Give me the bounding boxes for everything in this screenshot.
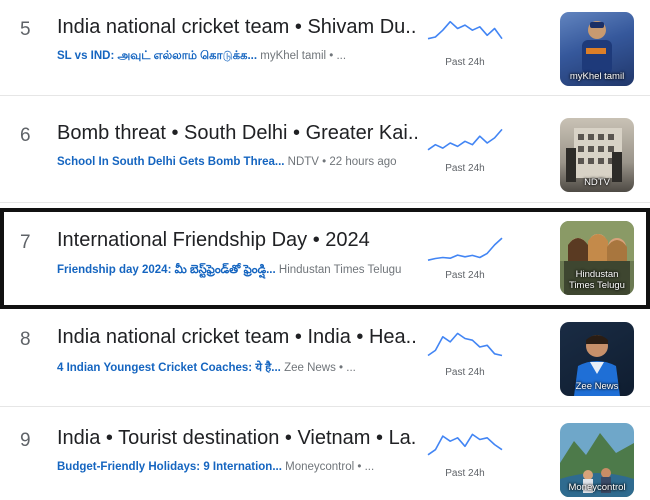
trend-rank: 8 <box>20 329 31 350</box>
news-source: Hindustan Times Telugu <box>278 264 402 276</box>
news-thumbnail[interactable]: myKhel tamil <box>560 12 634 86</box>
trend-title[interactable]: India national cricket team • Shivam Du.… <box>57 16 417 39</box>
thumbnail-caption: Hindustan Times Telugu <box>569 269 625 291</box>
timeframe-label: Past 24h <box>445 57 485 68</box>
trend-rank: 5 <box>20 19 31 40</box>
trend-news: Budget-Friendly Holidays: 9 Internation.… <box>57 461 417 473</box>
timeframe-label: Past 24h <box>445 163 485 174</box>
trend-title[interactable]: International Friendship Day • 2024 <box>57 229 417 252</box>
thumbnail-caption: myKhel tamil <box>569 71 625 82</box>
trending-list: 5 India national cricket team • Shivam D… <box>0 0 650 500</box>
news-article-link[interactable]: Budget-Friendly Holidays: 9 Internation.… <box>57 461 282 473</box>
timeframe-label: Past 24h <box>445 468 485 479</box>
trend-row-5[interactable]: 5 India national cricket team • Shivam D… <box>0 0 650 96</box>
trend-row-8[interactable]: 8 India national cricket team • India • … <box>0 307 650 407</box>
news-thumbnail[interactable]: Zee News <box>560 322 634 396</box>
trend-title[interactable]: Bomb threat • South Delhi • Greater Kai.… <box>57 122 417 145</box>
trend-sparkline <box>427 332 503 357</box>
sparkline-series <box>427 237 503 261</box>
trend-title[interactable]: India national cricket team • India • He… <box>57 326 417 349</box>
news-source: myKhel tamil • ... <box>260 50 347 62</box>
trend-sparkline <box>427 237 503 261</box>
thumbnail-caption: NDTV <box>584 177 610 188</box>
trend-row-9[interactable]: 9 India • Tourist destination • Vietnam … <box>0 408 650 500</box>
news-article-link[interactable]: School In South Delhi Gets Bomb Threa... <box>57 156 284 168</box>
trend-news: Friendship day 2024: మీ బెస్ట్‌ఫ్రెండ్‌త… <box>57 263 417 279</box>
timeframe-label: Past 24h <box>445 270 485 281</box>
trend-sparkline <box>427 20 503 40</box>
trend-title[interactable]: India • Tourist destination • Vietnam • … <box>57 427 417 450</box>
news-source: NDTV • 22 hours ago <box>287 156 397 168</box>
thumbnail-caption: Zee News <box>575 381 619 392</box>
trend-rank: 9 <box>20 430 31 451</box>
trend-sparkline <box>427 128 503 151</box>
news-thumbnail[interactable]: Moneycontrol <box>560 423 634 497</box>
news-article-link[interactable]: SL vs IND: அவுட் எல்லாம் கொடுக்க... <box>57 50 257 62</box>
trend-rank: 6 <box>20 125 31 146</box>
sparkline-series <box>427 433 503 456</box>
news-article-link[interactable]: 4 Indian Youngest Cricket Coaches: ये है… <box>57 362 281 374</box>
trend-news: School In South Delhi Gets Bomb Threa...… <box>57 156 417 168</box>
trend-row-7[interactable]: 7 International Friendship Day • 2024 Fr… <box>0 208 650 309</box>
sparkline-series <box>427 332 503 357</box>
trend-sparkline <box>427 433 503 456</box>
news-thumbnail[interactable]: NDTV <box>560 118 634 192</box>
trend-news: SL vs IND: அவுட் எல்லாம் கொடுக்க... myKh… <box>57 50 417 64</box>
trend-rank: 7 <box>20 232 31 253</box>
sparkline-series <box>427 128 503 151</box>
news-thumbnail[interactable]: Hindustan Times Telugu <box>560 221 634 295</box>
trend-news: 4 Indian Youngest Cricket Coaches: ये है… <box>57 360 417 375</box>
news-source: Moneycontrol • ... <box>285 461 375 473</box>
sparkline-series <box>427 20 503 40</box>
news-source: Zee News • ... <box>284 362 356 374</box>
news-article-link[interactable]: Friendship day 2024: మీ బెస్ట్‌ఫ్రెండ్‌త… <box>57 264 276 276</box>
trend-row-6[interactable]: 6 Bomb threat • South Delhi • Greater Ka… <box>0 103 650 203</box>
thumbnail-caption: Moneycontrol <box>568 482 626 493</box>
timeframe-label: Past 24h <box>445 367 485 378</box>
